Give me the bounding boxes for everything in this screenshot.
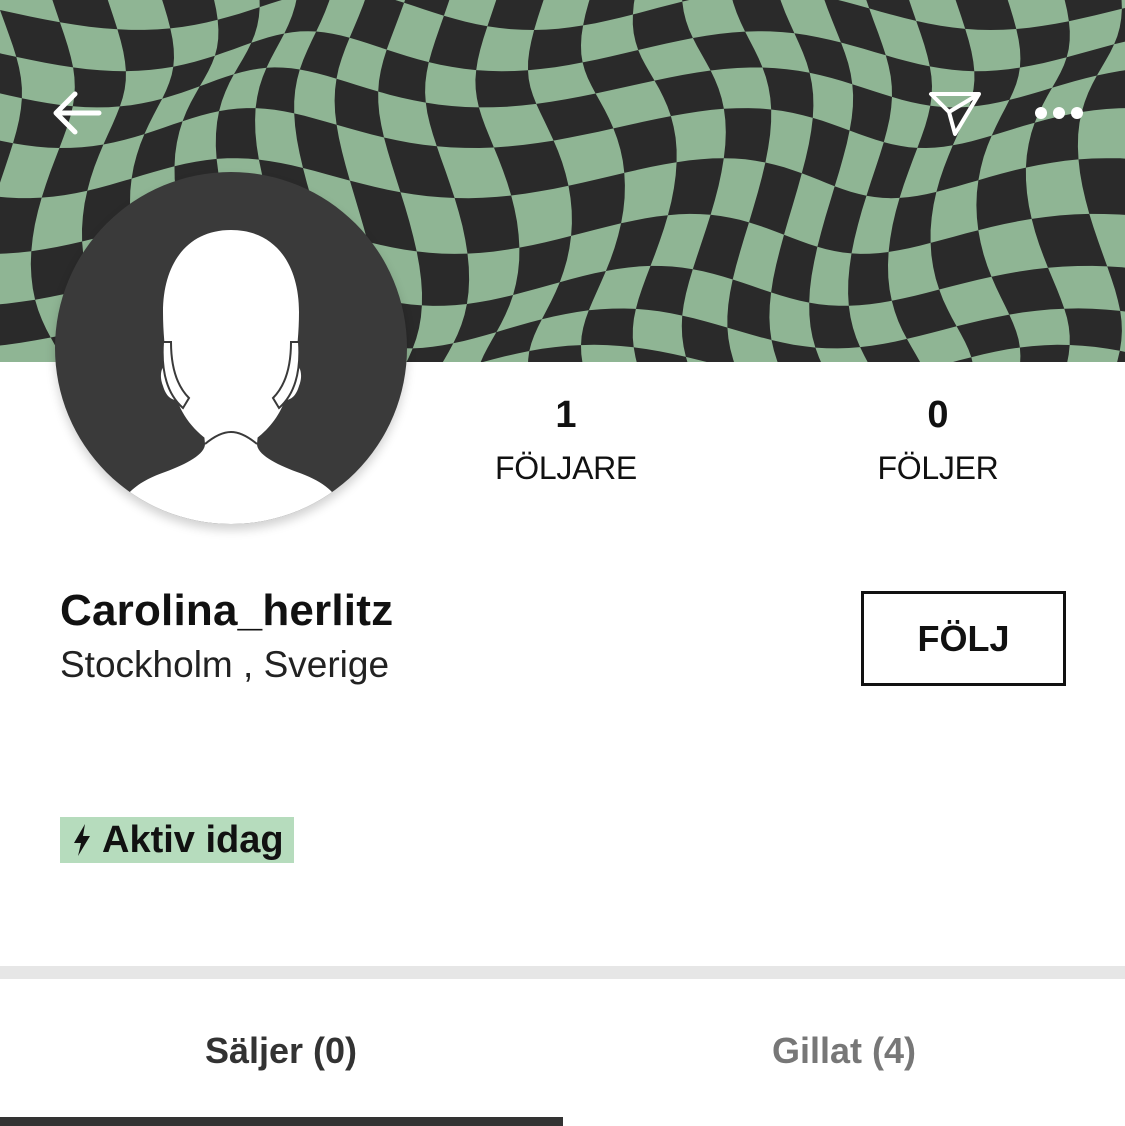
followers-count: 1	[555, 394, 577, 436]
active-status-badge: Aktiv idag	[60, 817, 294, 863]
active-status-text: Aktiv idag	[102, 819, 284, 861]
following-label: FÖLJER	[877, 450, 999, 486]
back-button[interactable]	[42, 78, 112, 148]
follow-button[interactable]: FÖLJ	[861, 591, 1066, 686]
more-options-button[interactable]	[1024, 78, 1094, 148]
paper-plane-icon	[929, 92, 981, 136]
section-divider	[0, 966, 1125, 979]
following-count: 0	[927, 394, 949, 436]
following-stat[interactable]: 0 FÖLJER	[818, 392, 1058, 490]
followers-stat[interactable]: 1 FÖLJARE	[446, 392, 686, 490]
user-silhouette-icon	[113, 230, 349, 524]
tab-selling[interactable]: Säljer (0)	[0, 1030, 562, 1072]
tab-liked[interactable]: Gillat (4)	[563, 1030, 1125, 1072]
username: Carolina_herlitz	[60, 586, 394, 635]
arrow-left-icon	[53, 91, 102, 135]
more-dots-icon	[1035, 107, 1083, 119]
followers-label: FÖLJARE	[495, 450, 637, 486]
lightning-icon	[68, 822, 96, 858]
active-tab-indicator	[0, 1117, 563, 1126]
location: Stockholm , Sverige	[60, 644, 390, 685]
avatar[interactable]	[55, 172, 407, 524]
share-button[interactable]	[920, 78, 990, 148]
